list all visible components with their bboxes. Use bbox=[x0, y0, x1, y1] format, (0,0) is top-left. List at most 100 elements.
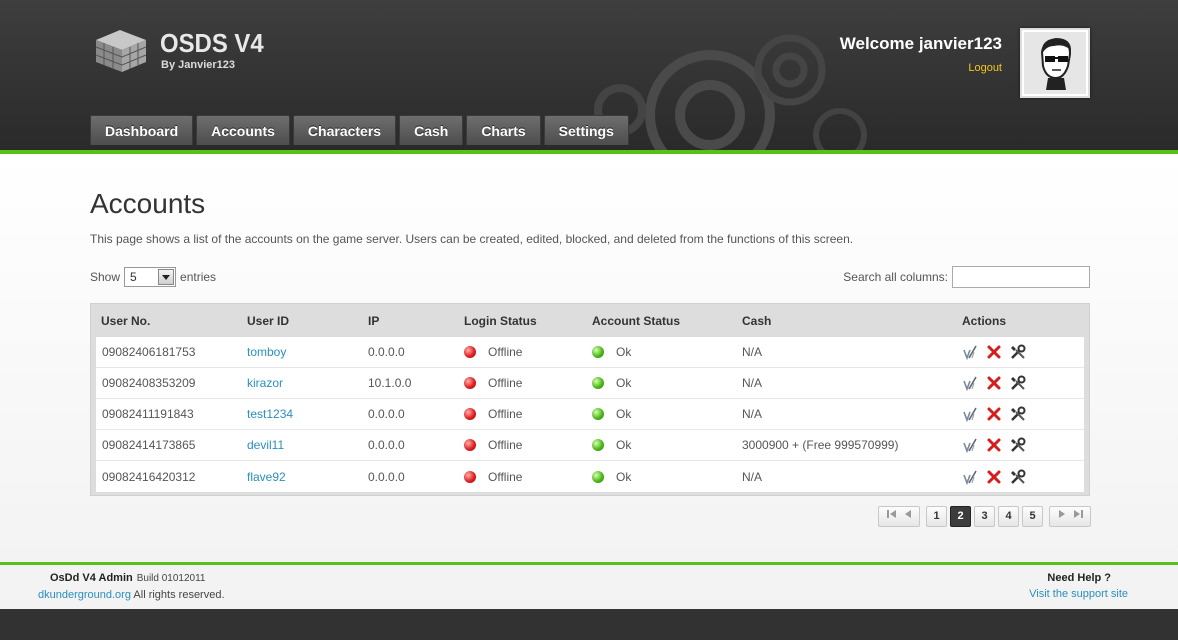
main-content: Accounts This page shows a list of the a… bbox=[0, 154, 1178, 562]
edit-icon[interactable] bbox=[962, 375, 978, 391]
entries-control: Show 5 entries bbox=[90, 267, 216, 287]
cell-login-status: Offline bbox=[488, 376, 523, 390]
footer-build: Build 01012011 bbox=[136, 573, 206, 584]
avatar[interactable] bbox=[1020, 28, 1090, 98]
cell-cash: N/A bbox=[742, 345, 763, 359]
entries-select[interactable]: 5 bbox=[124, 267, 177, 287]
delete-icon[interactable] bbox=[986, 406, 1002, 422]
col-login-status[interactable]: Login Status bbox=[458, 314, 586, 328]
page-4-button[interactable]: 4 bbox=[998, 506, 1019, 527]
nav-settings[interactable]: Settings bbox=[543, 115, 629, 145]
next-page-icon[interactable] bbox=[1057, 507, 1067, 526]
last-page-icon[interactable] bbox=[1072, 507, 1084, 526]
prev-page-icon[interactable] bbox=[903, 507, 913, 526]
cell-login-status: Offline bbox=[488, 407, 523, 421]
ok-status-icon bbox=[592, 408, 604, 420]
page-description: This page shows a list of the accounts o… bbox=[90, 232, 854, 246]
nav-dashboard[interactable]: Dashboard bbox=[90, 115, 194, 145]
col-ip[interactable]: IP bbox=[362, 314, 458, 328]
tools-icon[interactable] bbox=[1010, 344, 1026, 360]
cell-account-status: Ok bbox=[616, 345, 632, 359]
logout-link[interactable]: Logout bbox=[968, 62, 1002, 74]
main-nav: Dashboard Accounts Characters Cash Chart… bbox=[90, 115, 629, 145]
cell-account-status: Ok bbox=[616, 407, 632, 421]
delete-icon[interactable] bbox=[986, 469, 1002, 485]
user-id-link[interactable]: devil11 bbox=[247, 438, 284, 452]
edit-icon[interactable] bbox=[962, 344, 978, 360]
page-2-button[interactable]: 2 bbox=[950, 506, 971, 527]
search-control: Search all columns: bbox=[843, 266, 1090, 288]
nav-charts[interactable]: Charts bbox=[466, 115, 541, 145]
table-row: 09082411191843 test1234 0.0.0.0 Offline … bbox=[96, 399, 1084, 430]
cell-account-status: Ok bbox=[616, 376, 632, 390]
ok-status-icon bbox=[592, 439, 604, 451]
support-link[interactable]: Visit the support site bbox=[1029, 588, 1128, 600]
cell-account-status: Ok bbox=[616, 469, 632, 484]
table-row: 09082416420312 flave92 0.0.0.0 Offline O… bbox=[96, 461, 1084, 492]
first-page-icon[interactable] bbox=[886, 507, 898, 526]
tools-icon[interactable] bbox=[1010, 469, 1026, 485]
logo-title: OSDS V4 bbox=[160, 28, 264, 58]
page-1-button[interactable]: 1 bbox=[926, 506, 947, 527]
bottom-bar bbox=[0, 609, 1178, 640]
edit-icon[interactable] bbox=[962, 469, 978, 485]
delete-icon[interactable] bbox=[986, 375, 1002, 391]
offline-status-icon bbox=[464, 408, 476, 420]
user-id-link[interactable]: kirazor bbox=[247, 376, 283, 390]
nav-accounts[interactable]: Accounts bbox=[196, 115, 290, 145]
cell-ip: 10.1.0.0 bbox=[368, 376, 412, 390]
offline-status-icon bbox=[464, 439, 476, 451]
header: OSDS V4 By Janvier123 Welcome janvier123… bbox=[0, 0, 1178, 150]
col-cash[interactable]: Cash bbox=[736, 314, 956, 328]
user-avatar-icon bbox=[1024, 32, 1086, 94]
offline-status-icon bbox=[464, 346, 476, 358]
table-body: 09082406181753 tomboy 0.0.0.0 Offline Ok… bbox=[96, 337, 1084, 492]
ok-status-icon bbox=[592, 470, 604, 483]
footer-site-link[interactable]: dkunderground.org bbox=[38, 589, 131, 601]
tools-icon[interactable] bbox=[1010, 375, 1026, 391]
user-id-link[interactable]: tomboy bbox=[247, 345, 286, 359]
footer-app-info: OsDd V4 Admin Build 01012011 bbox=[50, 572, 205, 584]
col-actions: Actions bbox=[962, 313, 1007, 328]
page-5-button[interactable]: 5 bbox=[1022, 506, 1043, 527]
user-id-link[interactable]: flave92 bbox=[247, 470, 286, 484]
tools-icon[interactable] bbox=[1010, 437, 1026, 453]
cell-account-status: Ok bbox=[616, 438, 632, 452]
tools-icon[interactable] bbox=[1010, 406, 1026, 422]
page-3-button[interactable]: 3 bbox=[974, 506, 995, 527]
cell-cash: 3000900 + (Free 999570999) bbox=[742, 438, 899, 452]
accounts-table: User No. User ID IP Login Status Account… bbox=[90, 303, 1090, 496]
table-row: 09082406181753 tomboy 0.0.0.0 Offline Ok… bbox=[96, 337, 1084, 368]
col-user-id[interactable]: User ID bbox=[241, 314, 362, 328]
nav-cash[interactable]: Cash bbox=[399, 115, 464, 145]
cell-user-no: 09082408353209 bbox=[102, 376, 196, 390]
entries-select-value: 5 bbox=[130, 270, 137, 284]
nav-characters[interactable]: Characters bbox=[292, 115, 397, 145]
footer: OsDd V4 Admin Build 01012011 dkundergroun… bbox=[0, 565, 1178, 609]
show-label: Show bbox=[90, 270, 121, 284]
edit-icon[interactable] bbox=[962, 406, 978, 422]
entries-label: entries bbox=[180, 270, 217, 284]
ok-status-icon bbox=[592, 377, 604, 389]
search-label: Search all columns: bbox=[843, 270, 948, 284]
chevron-down-icon[interactable] bbox=[158, 269, 175, 285]
cell-ip: 0.0.0.0 bbox=[368, 407, 405, 421]
cell-user-no: 09082411191843 bbox=[102, 407, 194, 421]
cell-ip: 0.0.0.0 bbox=[368, 345, 405, 359]
ok-status-icon bbox=[592, 346, 604, 358]
logo-subtitle: By Janvier123 bbox=[161, 59, 235, 71]
col-account-status[interactable]: Account Status bbox=[586, 314, 736, 328]
search-input[interactable] bbox=[952, 266, 1090, 288]
delete-icon[interactable] bbox=[986, 437, 1002, 453]
footer-app-name: OsDd V4 Admin bbox=[50, 572, 133, 584]
cell-cash: N/A bbox=[742, 407, 763, 421]
user-id-link[interactable]: test1234 bbox=[247, 407, 293, 421]
cell-user-no: 09082416420312 bbox=[102, 469, 196, 484]
col-user-no[interactable]: User No. bbox=[96, 314, 241, 328]
logo-cube-icon bbox=[95, 30, 147, 72]
edit-icon[interactable] bbox=[962, 437, 978, 453]
cell-cash: N/A bbox=[742, 376, 763, 390]
pagination: 1 2 3 4 5 bbox=[878, 506, 1091, 527]
delete-icon[interactable] bbox=[986, 344, 1002, 360]
cell-user-no: 09082414173865 bbox=[102, 438, 196, 452]
